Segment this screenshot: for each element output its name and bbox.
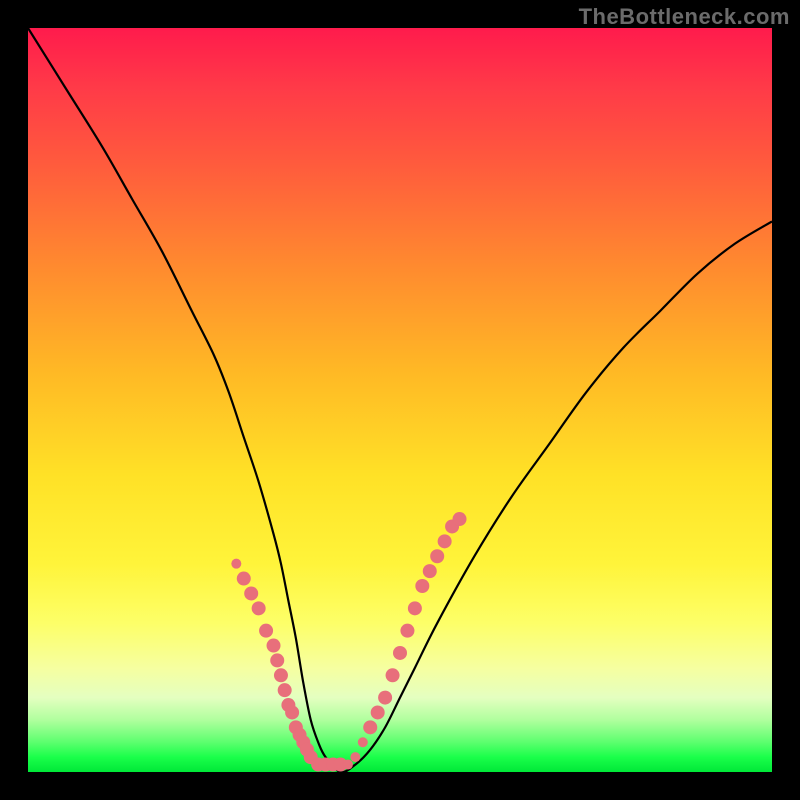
plot-area xyxy=(28,28,772,772)
data-point xyxy=(237,572,251,586)
chart-frame: TheBottleneck.com xyxy=(0,0,800,800)
data-point xyxy=(386,668,400,682)
data-point xyxy=(453,512,467,526)
data-point xyxy=(267,639,281,653)
data-point xyxy=(423,564,437,578)
data-point xyxy=(343,760,353,770)
watermark: TheBottleneck.com xyxy=(579,4,790,30)
data-point xyxy=(278,683,292,697)
data-point xyxy=(285,705,299,719)
data-point xyxy=(393,646,407,660)
data-point xyxy=(438,534,452,548)
data-point xyxy=(378,691,392,705)
data-point xyxy=(430,549,444,563)
data-point xyxy=(400,624,414,638)
data-point xyxy=(244,586,258,600)
data-point xyxy=(358,737,368,747)
data-point xyxy=(231,559,241,569)
data-point xyxy=(371,705,385,719)
data-point xyxy=(274,668,288,682)
data-point xyxy=(270,653,284,667)
data-point xyxy=(252,601,266,615)
data-point xyxy=(408,601,422,615)
data-point xyxy=(415,579,429,593)
chart-svg xyxy=(28,28,772,772)
data-point xyxy=(259,624,273,638)
bottleneck-curve xyxy=(28,28,772,772)
data-point xyxy=(350,752,360,762)
data-point xyxy=(363,720,377,734)
